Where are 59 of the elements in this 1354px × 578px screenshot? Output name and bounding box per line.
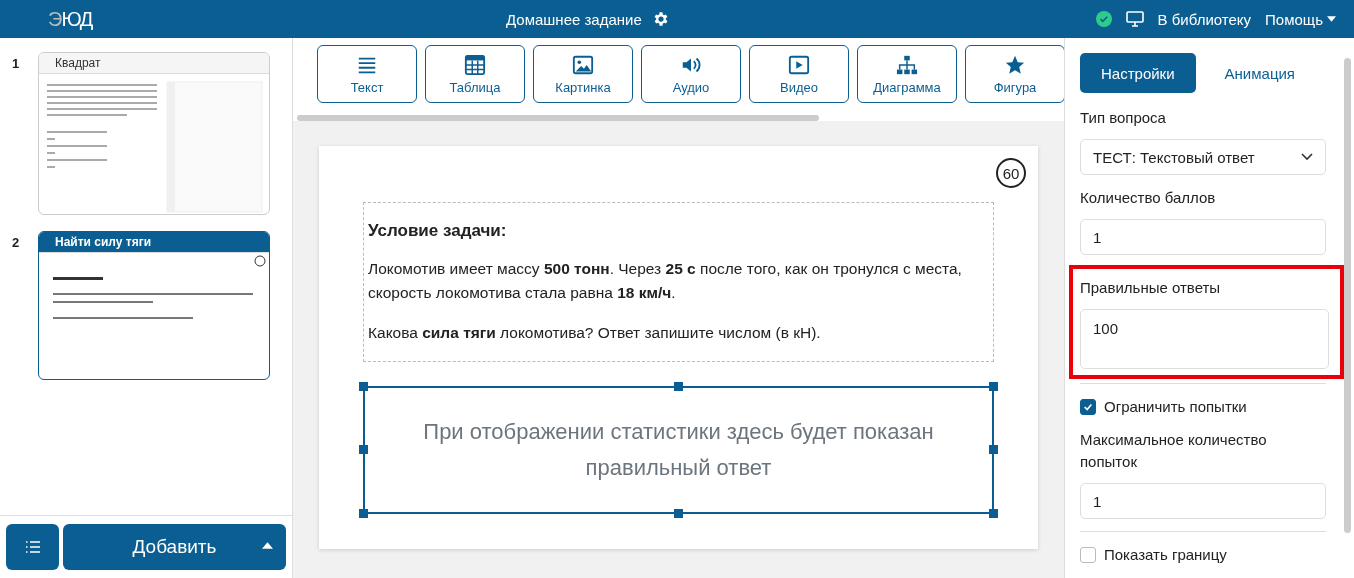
- diagram-tool-button[interactable]: Диаграмма: [857, 45, 957, 103]
- chevron-down-icon: [1301, 153, 1313, 161]
- panel-tab[interactable]: Анимация: [1203, 53, 1316, 93]
- checkbox-label: Показать границу: [1104, 546, 1227, 563]
- table-tool-button[interactable]: Таблица: [425, 45, 525, 103]
- add-button[interactable]: Добавить: [63, 524, 286, 570]
- list-icon: [24, 540, 41, 554]
- caret-icon: [1327, 16, 1336, 22]
- task-paragraph: Какова сила тяги локомотива? Ответ запишите числом (в кН).: [368, 323, 822, 343]
- shape-tool-button[interactable]: Фигура: [965, 45, 1064, 103]
- logo[interactable]: ЭЮД: [48, 7, 93, 31]
- diagram-icon: [896, 53, 918, 76]
- task-heading: Условие задачи:: [368, 221, 508, 241]
- video-icon: [788, 53, 810, 76]
- field-label: Максимальное количество попыток: [1080, 430, 1268, 472]
- timer-badge: 60: [996, 158, 1026, 188]
- resize-handle[interactable]: [989, 445, 998, 454]
- panel-tab[interactable]: Настройки: [1080, 53, 1196, 93]
- text-block[interactable]: Условие задачи: Локомотив имеет массу 500 тонн. Через 25 с после того, как он тронулся с места, скорость локомотива стала равна 18 км/ч. Какова сила тяги локомотива? Ответ запишите числом (в кН).: [363, 202, 994, 362]
- resize-handle[interactable]: [989, 382, 998, 391]
- image-icon: [572, 53, 594, 76]
- checkbox[interactable]: [1080, 398, 1096, 415]
- resize-handle[interactable]: [989, 509, 998, 518]
- text-tool-button[interactable]: Текст: [317, 45, 417, 103]
- list-button[interactable]: [6, 524, 59, 570]
- audio-tool-button[interactable]: Аудио: [641, 45, 741, 103]
- slide-thumbnail[interactable]: Найти силу тяги: [38, 231, 270, 380]
- slide-title: Найти силу тяги: [39, 232, 269, 253]
- help-menu[interactable]: Помощь: [1265, 10, 1336, 28]
- task-paragraph: Локомотив имеет массу 500 тонн. Через 25 с после того, как он тронулся с места, скорость локомотива стала равна 18 км/ч.: [368, 259, 963, 303]
- resize-handle[interactable]: [359, 382, 368, 391]
- slide-number: 2: [12, 234, 21, 252]
- slide-thumbnail[interactable]: Квадрат: [38, 52, 270, 215]
- check-icon: [1083, 401, 1093, 412]
- field-label: Правильные ответы: [1080, 278, 1222, 298]
- resize-handle[interactable]: [673, 509, 683, 518]
- table-icon: [464, 53, 486, 76]
- slide-number: 1: [12, 55, 21, 73]
- caret-icon: [262, 542, 273, 549]
- resize-handle[interactable]: [673, 382, 683, 391]
- question-type-select[interactable]: ТЕСТ: Текстовый ответ: [1080, 139, 1326, 175]
- document-title: Домашнее задание: [506, 10, 642, 28]
- monitor-icon[interactable]: [1125, 11, 1144, 27]
- field-label: Тип вопроса: [1080, 108, 1167, 128]
- checkbox[interactable]: [1080, 546, 1096, 563]
- field-label: Количество баллов: [1080, 188, 1217, 208]
- answer-placeholder: При отображении статистики здесь будет показан правильный ответ: [422, 418, 935, 482]
- horizontal-scrollbar[interactable]: [297, 115, 819, 121]
- image-tool-button[interactable]: Картинка: [533, 45, 633, 103]
- slide-title: Квадрат: [39, 53, 269, 74]
- answers-textarea[interactable]: 100: [1080, 309, 1329, 369]
- checkbox-label: Ограничить попытки: [1104, 398, 1247, 415]
- input-field[interactable]: 1: [1080, 219, 1326, 255]
- vertical-scrollbar[interactable]: [1344, 58, 1351, 533]
- resize-handle[interactable]: [359, 509, 368, 518]
- library-link[interactable]: В библиотеку: [1157, 10, 1252, 28]
- video-tool-button[interactable]: Видео: [749, 45, 849, 103]
- input-field[interactable]: 1: [1080, 483, 1326, 519]
- resize-handle[interactable]: [359, 445, 368, 454]
